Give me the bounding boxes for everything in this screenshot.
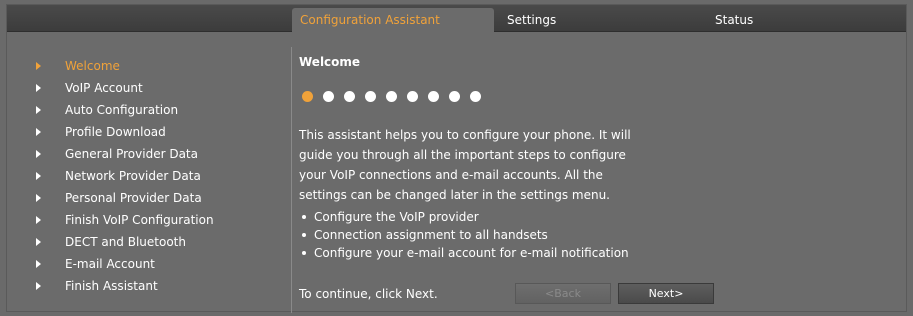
sidebar-item-label: E-mail Account [65,257,155,271]
sidebar-item-auto-configuration[interactable]: Auto Configuration [7,99,292,121]
top-tab-bar: Configuration Assistant Settings Status [7,5,906,32]
arrow-right-icon [36,150,41,158]
tab-status[interactable]: Status [707,8,906,32]
progress-dot [344,91,355,102]
sidebar-item-personal-provider-data[interactable]: Personal Provider Data [7,187,292,209]
sidebar-item-dect-and-bluetooth[interactable]: DECT and Bluetooth [7,231,292,253]
progress-dot [470,91,481,102]
list-item: Connection assignment to all handsets [299,226,629,244]
sidebar-item-label: DECT and Bluetooth [65,235,186,249]
sidebar-item-label: Finish VoIP Configuration [65,213,214,227]
progress-dot [365,91,376,102]
sidebar-item-e-mail-account[interactable]: E-mail Account [7,253,292,275]
sidebar-item-finish-voip-configuration[interactable]: Finish VoIP Configuration [7,209,292,231]
arrow-right-icon [36,194,41,202]
progress-dot [323,91,334,102]
progress-dot [407,91,418,102]
sidebar-item-label: Auto Configuration [65,103,179,117]
next-button[interactable]: Next> [618,283,714,304]
intro-text: This assistant helps you to configure yo… [299,128,631,202]
tab-settings[interactable]: Settings [499,8,699,32]
continue-hint: To continue, click Next. [299,287,438,301]
step-list: Configure the VoIP provider Connection a… [299,208,629,262]
page-title: Welcome [299,55,361,69]
progress-dot [428,91,439,102]
arrow-right-icon [36,216,41,224]
sidebar-item-profile-download[interactable]: Profile Download [7,121,292,143]
progress-dot [449,91,460,102]
sidebar-item-network-provider-data[interactable]: Network Provider Data [7,165,292,187]
sidebar-item-general-provider-data[interactable]: General Provider Data [7,143,292,165]
app-frame: Configuration Assistant Settings Status … [6,4,907,313]
tab-configuration-assistant[interactable]: Configuration Assistant [292,8,494,32]
sidebar: Welcome VoIP Account Auto Configuration … [7,55,292,297]
sidebar-item-label: Profile Download [65,125,166,139]
arrow-right-icon [36,282,41,290]
sidebar-item-voip-account[interactable]: VoIP Account [7,77,292,99]
arrow-right-icon [36,62,41,70]
arrow-right-icon [36,260,41,268]
back-button[interactable]: <Back [515,283,611,304]
list-item: Configure the VoIP provider [299,208,629,226]
sidebar-item-finish-assistant[interactable]: Finish Assistant [7,275,292,297]
progress-dot [386,91,397,102]
sidebar-item-label: General Provider Data [65,147,198,161]
sidebar-item-label: Personal Provider Data [65,191,202,205]
main-content: Welcome This assistant helps you to conf… [299,55,899,305]
arrow-right-icon [36,84,41,92]
sidebar-item-welcome[interactable]: Welcome [7,55,292,77]
sidebar-item-label: Network Provider Data [65,169,201,183]
progress-dot [302,91,313,102]
arrow-right-icon [36,238,41,246]
arrow-right-icon [36,172,41,180]
sidebar-item-label: Finish Assistant [65,279,158,293]
list-item: Configure your e-mail account for e-mail… [299,244,629,262]
sidebar-item-label: Welcome [65,59,120,73]
sidebar-item-label: VoIP Account [65,81,143,95]
sidebar-divider [291,47,292,313]
arrow-right-icon [36,106,41,114]
arrow-right-icon [36,128,41,136]
